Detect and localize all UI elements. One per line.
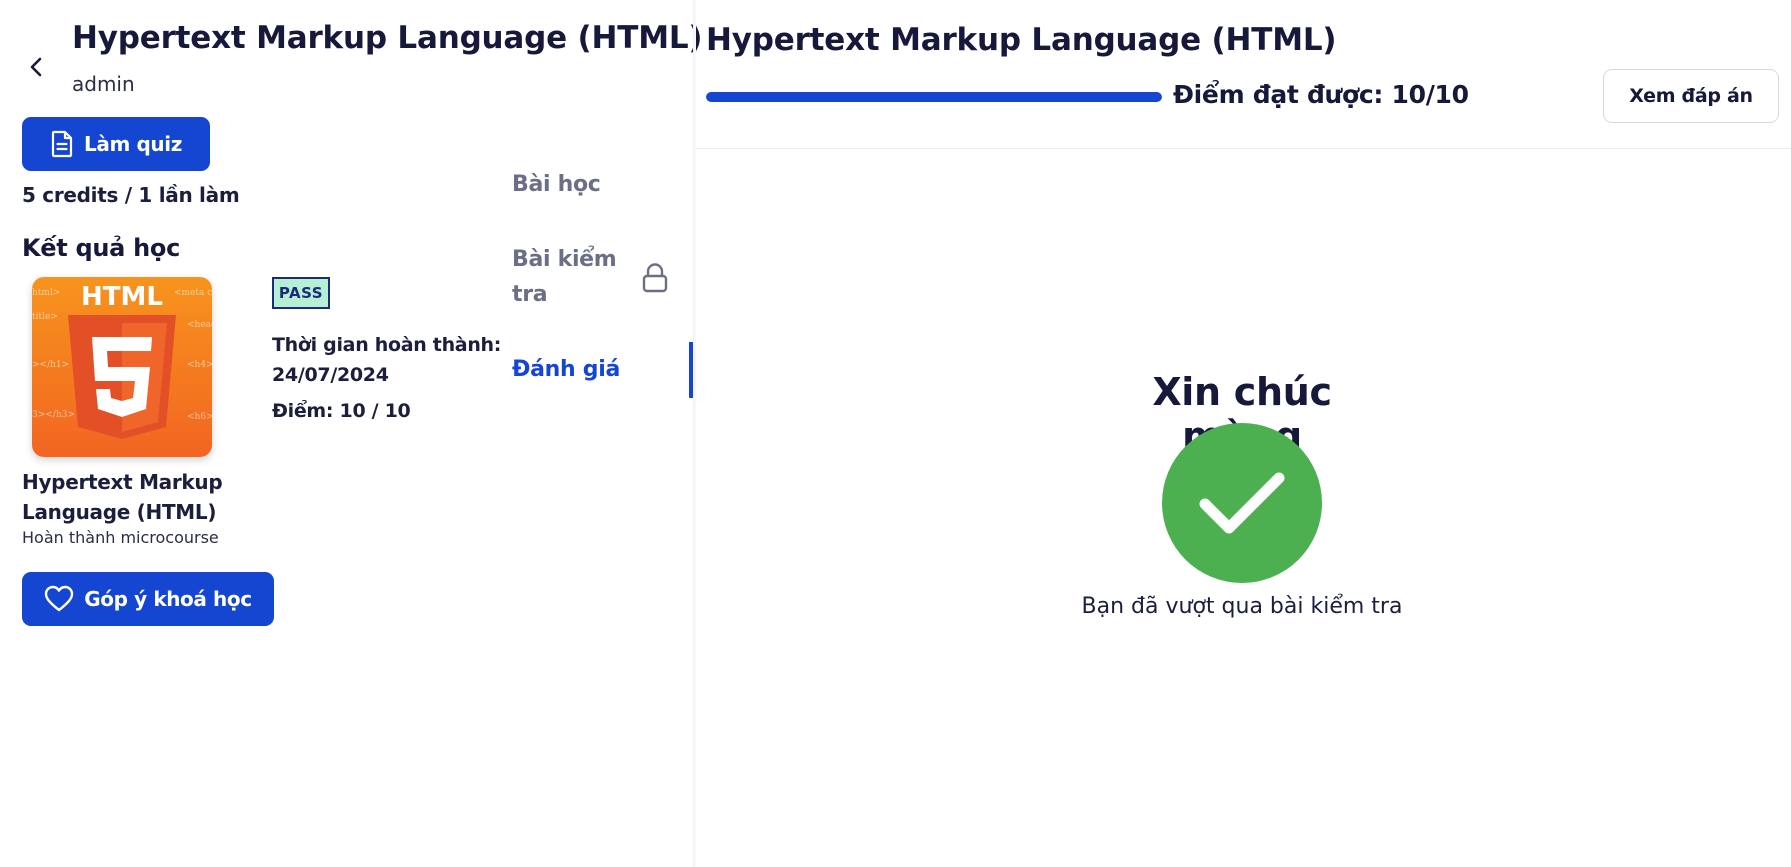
thumb-snippet-6: <head [187, 320, 212, 330]
thumb-snippet-2: title> [32, 312, 58, 322]
thumb-snippet-7: <h4> [187, 360, 212, 370]
nav-item-tests[interactable]: Bài kiểm tra [512, 242, 622, 312]
heart-icon [45, 585, 74, 612]
thumb-snippet-8: <h6> [187, 412, 212, 422]
panel-divider [693, 0, 696, 867]
take-quiz-label: Làm quiz [84, 132, 182, 156]
quiz-title: Hypertext Markup Language (HTML) [706, 22, 1337, 58]
thumb-snippet-1: html> [32, 288, 60, 298]
checkmark-icon [1199, 472, 1285, 534]
course-title: Hypertext Markup Language (HTML) [72, 20, 703, 56]
lock-icon [640, 262, 670, 294]
results-section-title: Kết quả học [22, 234, 181, 262]
course-author: admin [72, 72, 135, 96]
quiz-progress-fill [706, 92, 1162, 102]
quiz-progress-bar [706, 92, 1162, 102]
course-feedback-label: Góp ý khoá học [84, 587, 252, 611]
nav-item-lessons[interactable]: Bài học [512, 167, 601, 202]
thumb-snippet-5: <meta ch [174, 288, 212, 298]
passed-message: Bạn đã vượt qua bài kiểm tra [1081, 594, 1403, 619]
completion-date: Thời gian hoàn thành: 24/07/2024 [272, 334, 502, 386]
quiz-score: Điểm đạt được: 10/10 [1173, 80, 1469, 109]
view-answers-button[interactable]: Xem đáp án [1603, 69, 1779, 123]
back-button[interactable] [24, 52, 50, 82]
course-feedback-button[interactable]: Góp ý khoá học [22, 572, 274, 626]
result-score: Điểm: 10 / 10 [272, 400, 411, 422]
header-divider [696, 148, 1791, 149]
nav-item-review[interactable]: Đánh giá [512, 352, 620, 387]
thumb-snippet-4: 3></h3> [32, 410, 75, 420]
status-badge: PASS [272, 277, 330, 309]
success-badge [1162, 423, 1322, 583]
chevron-left-icon [30, 57, 42, 77]
thumbnail-html-text: HTML [81, 282, 163, 312]
take-quiz-button[interactable]: Làm quiz [22, 117, 210, 171]
course-thumbnail: html> title> ></h1> 3></h3> <meta ch <he… [32, 277, 212, 457]
credits-info: 5 credits / 1 lần làm [22, 183, 240, 207]
html5-logo-icon [68, 315, 176, 439]
result-course-subtitle: Hoàn thành microcourse [22, 528, 219, 547]
course-sidebar: Hypertext Markup Language (HTML) admin L… [0, 0, 703, 867]
result-course-title: Hypertext Markup Language (HTML) [22, 470, 223, 524]
document-icon [51, 130, 73, 158]
thumb-snippet-3: ></h1> [32, 360, 69, 370]
